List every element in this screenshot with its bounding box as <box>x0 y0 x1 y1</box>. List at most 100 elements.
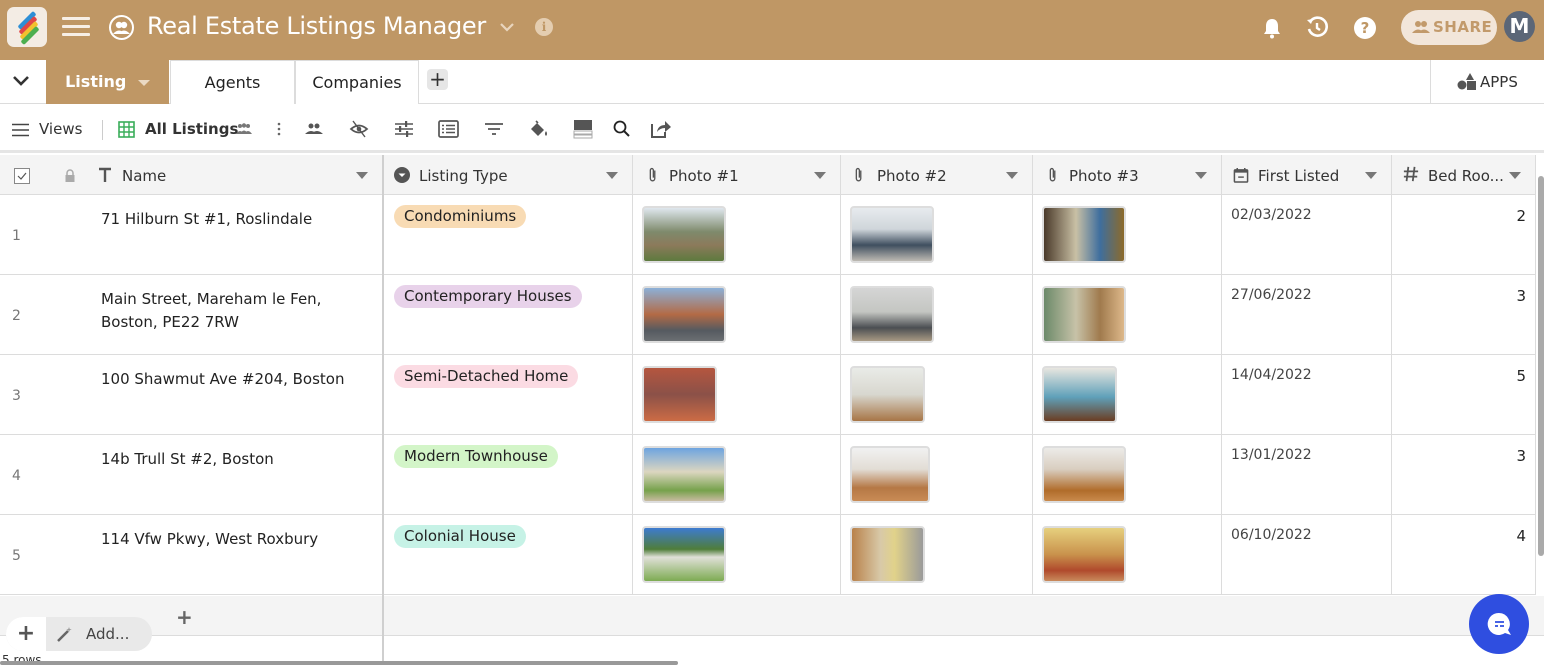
cell-name[interactable]: 2 Main Street, Mareham le Fen, Boston, P… <box>0 275 383 355</box>
cell-photo-2[interactable] <box>841 195 1033 275</box>
photo-thumbnail[interactable] <box>1042 286 1126 343</box>
cell-bedrooms[interactable]: 3 <box>1392 275 1536 355</box>
photo-thumbnail[interactable] <box>642 206 726 263</box>
people-icon[interactable] <box>304 119 324 141</box>
cell-name[interactable]: 3 100 Shawmut Ave #204, Boston <box>0 355 383 435</box>
horizontal-scrollbar[interactable] <box>0 661 678 665</box>
cell-listing-type[interactable]: Modern Townhouse <box>384 435 633 515</box>
cell-photo-2[interactable] <box>841 515 1033 595</box>
menu-icon[interactable] <box>62 17 90 39</box>
column-menu-caret[interactable] <box>356 172 368 179</box>
photo-thumbnail[interactable] <box>642 286 726 343</box>
list-icon[interactable] <box>438 119 459 141</box>
cell-bedrooms[interactable]: 2 <box>1392 195 1536 275</box>
cell-name[interactable]: 4 14b Trull St #2, Boston <box>0 435 383 515</box>
cell-photo-2[interactable] <box>841 275 1033 355</box>
cell-photo-3[interactable] <box>1033 515 1222 595</box>
chevron-down-icon[interactable] <box>498 18 516 36</box>
share-export-icon[interactable] <box>650 119 672 141</box>
data-grid: Name Listing Type Photo #1 Photo #2 Phot… <box>0 155 1544 665</box>
info-icon[interactable]: i <box>535 18 553 36</box>
cell-bedrooms[interactable]: 4 <box>1392 515 1536 595</box>
photo-thumbnail[interactable] <box>850 366 925 423</box>
cell-first-listed[interactable]: 06/10/2022 <box>1222 515 1392 595</box>
cell-photo-3[interactable] <box>1033 275 1222 355</box>
add-row-button[interactable]: + Add... <box>6 617 152 651</box>
hide-fields-icon[interactable] <box>349 119 369 141</box>
more-vertical-icon[interactable] <box>275 119 283 141</box>
apps-button[interactable]: APPS <box>1430 60 1544 104</box>
column-header-first-listed[interactable]: First Listed <box>1222 155 1392 195</box>
adjust-icon[interactable] <box>394 119 414 141</box>
select-all-checkbox <box>14 168 30 184</box>
app-logo-icon[interactable] <box>7 7 47 47</box>
column-menu-caret[interactable] <box>1006 172 1018 179</box>
share-button[interactable]: SHARE <box>1401 10 1497 45</box>
paint-bucket-icon[interactable] <box>528 119 550 141</box>
cell-name[interactable]: 1 71 Hilburn St #1, Roslindale <box>0 195 383 275</box>
column-header-photo-3[interactable]: Photo #3 <box>1033 155 1222 195</box>
cell-photo-1[interactable] <box>633 435 841 515</box>
row-height-icon[interactable] <box>573 119 593 141</box>
column-header-name[interactable]: Name <box>0 155 383 195</box>
collapse-toggle[interactable] <box>0 60 45 104</box>
cell-photo-2[interactable] <box>841 435 1033 515</box>
column-header-photo-1[interactable]: Photo #1 <box>633 155 841 195</box>
avatar[interactable]: M <box>1504 11 1535 42</box>
photo-thumbnail[interactable] <box>642 446 726 503</box>
photo-thumbnail[interactable] <box>1042 526 1126 583</box>
cell-first-listed[interactable]: 27/06/2022 <box>1222 275 1392 355</box>
photo-thumbnail[interactable] <box>850 286 934 343</box>
cell-photo-1[interactable] <box>633 195 841 275</box>
column-header-listing-type[interactable]: Listing Type <box>384 155 633 195</box>
cell-first-listed[interactable]: 02/03/2022 <box>1222 195 1392 275</box>
search-icon[interactable] <box>612 119 632 141</box>
filter-icon[interactable] <box>484 119 504 141</box>
photo-thumbnail[interactable] <box>1042 366 1117 423</box>
column-menu-caret[interactable] <box>606 172 618 179</box>
photo-thumbnail[interactable] <box>642 526 726 583</box>
help-icon[interactable]: ? <box>1353 16 1377 40</box>
current-view-selector[interactable]: All Listings <box>118 119 278 141</box>
column-menu-caret[interactable] <box>1195 172 1207 179</box>
first-listed-date: 02/03/2022 <box>1231 207 1312 223</box>
column-header-bedrooms[interactable]: Bed Roo... <box>1392 155 1536 195</box>
cell-photo-2[interactable] <box>841 355 1033 435</box>
add-table-button[interactable]: + <box>427 69 448 90</box>
tab-companies[interactable]: Companies <box>295 60 419 104</box>
cell-photo-1[interactable] <box>633 355 841 435</box>
app-title[interactable]: Real Estate Listings Manager <box>147 12 486 40</box>
tab-agents[interactable]: Agents <box>170 60 295 104</box>
cell-bedrooms[interactable]: 5 <box>1392 355 1536 435</box>
cell-listing-type[interactable]: Condominiums <box>384 195 633 275</box>
cell-first-listed[interactable]: 13/01/2022 <box>1222 435 1392 515</box>
tab-listing[interactable]: Listing <box>46 60 169 104</box>
cell-photo-3[interactable] <box>1033 435 1222 515</box>
cell-name[interactable]: 5 114 Vfw Pkwy, West Roxbury <box>0 515 383 595</box>
column-menu-caret[interactable] <box>814 172 826 179</box>
column-menu-caret[interactable] <box>1509 172 1521 179</box>
photo-thumbnail[interactable] <box>850 206 934 263</box>
add-column-plus-icon[interactable]: + <box>176 605 193 629</box>
photo-thumbnail[interactable] <box>1042 206 1126 263</box>
history-icon[interactable] <box>1305 16 1329 40</box>
vertical-scrollbar[interactable] <box>1538 176 1544 556</box>
chat-support-button[interactable] <box>1469 594 1529 654</box>
cell-listing-type[interactable]: Contemporary Houses <box>384 275 633 355</box>
cell-listing-type[interactable]: Colonial House <box>384 515 633 595</box>
cell-photo-1[interactable] <box>633 515 841 595</box>
photo-thumbnail[interactable] <box>850 526 925 583</box>
photo-thumbnail[interactable] <box>850 446 930 503</box>
cell-photo-3[interactable] <box>1033 195 1222 275</box>
cell-first-listed[interactable]: 14/04/2022 <box>1222 355 1392 435</box>
photo-thumbnail[interactable] <box>642 366 717 423</box>
column-header-photo-2[interactable]: Photo #2 <box>841 155 1033 195</box>
cell-bedrooms[interactable]: 3 <box>1392 435 1536 515</box>
cell-photo-1[interactable] <box>633 275 841 355</box>
frozen-column-divider[interactable] <box>382 155 384 665</box>
cell-photo-3[interactable] <box>1033 355 1222 435</box>
column-menu-caret[interactable] <box>1365 172 1377 179</box>
cell-listing-type[interactable]: Semi-Detached Home <box>384 355 633 435</box>
bell-icon[interactable] <box>1260 16 1284 40</box>
photo-thumbnail[interactable] <box>1042 446 1126 503</box>
